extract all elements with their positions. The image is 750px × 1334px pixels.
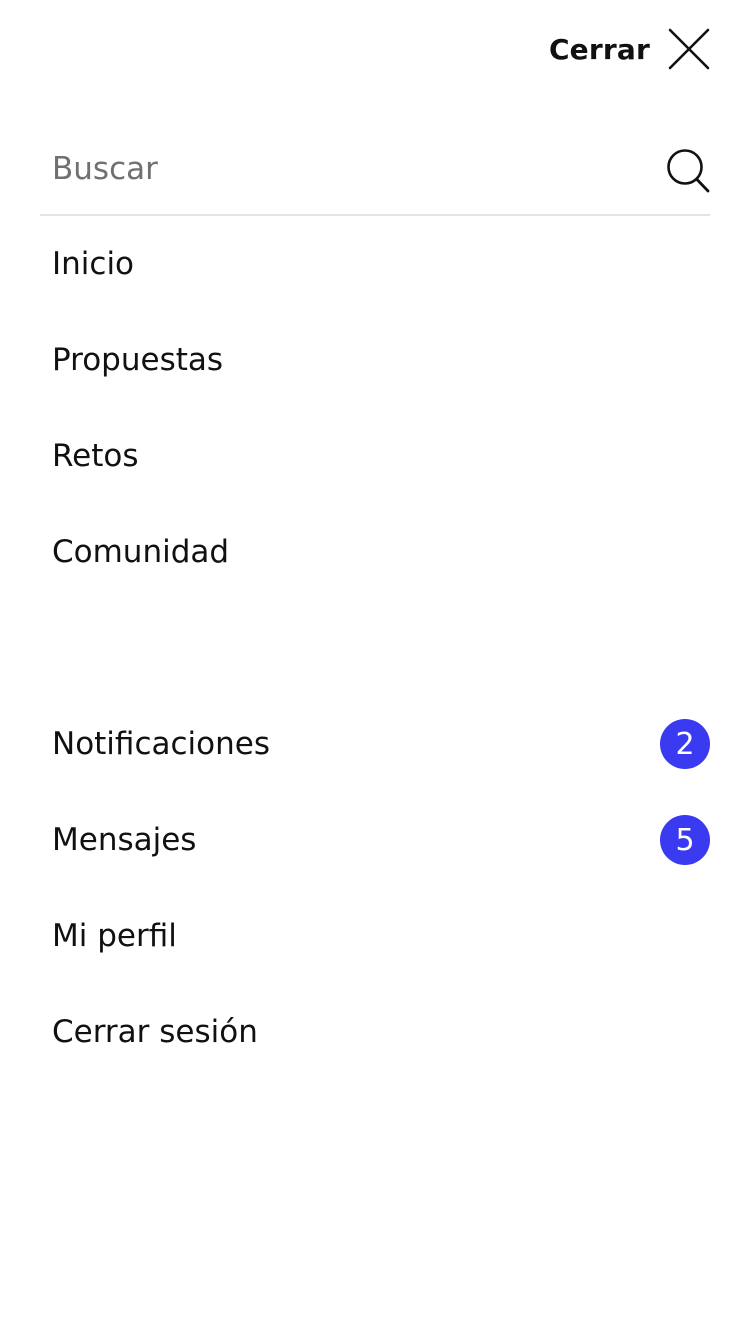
nav-item-retos[interactable]: Retos — [40, 408, 710, 504]
nav-item-label: Inicio — [52, 246, 135, 282]
close-menu-button[interactable]: Cerrar — [549, 24, 710, 74]
nav-item-comunidad[interactable]: Comunidad — [40, 504, 710, 600]
messages-count-badge: 5 — [660, 815, 710, 865]
close-icon — [668, 28, 710, 70]
account-nav: Notificaciones 2 Mensajes 5 Mi perfil Ce… — [40, 696, 710, 1080]
primary-nav: Inicio Propuestas Retos Comunidad — [40, 216, 710, 600]
nav-item-label: Comunidad — [52, 534, 230, 570]
search-bar — [40, 130, 710, 216]
nav-item-label: Mensajes — [52, 822, 197, 858]
nav-item-label: Cerrar sesión — [52, 1014, 258, 1050]
close-label: Cerrar — [548, 32, 650, 66]
nav-item-label: Retos — [52, 438, 139, 474]
notifications-count-badge: 2 — [660, 719, 710, 769]
nav-item-notificaciones[interactable]: Notificaciones 2 — [40, 696, 710, 792]
nav-item-mensajes[interactable]: Mensajes 5 — [40, 792, 710, 888]
nav-item-mi-perfil[interactable]: Mi perfil — [40, 888, 710, 984]
nav-item-cerrar-sesion[interactable]: Cerrar sesión — [40, 984, 710, 1080]
mobile-menu-screen: Cerrar Inicio Propuestas Retos Comunidad… — [0, 0, 750, 1334]
nav-item-propuestas[interactable]: Propuestas — [40, 312, 710, 408]
search-input[interactable] — [52, 138, 642, 200]
nav-item-inicio[interactable]: Inicio — [40, 216, 710, 312]
search-icon[interactable] — [666, 148, 710, 194]
nav-item-label: Notificaciones — [52, 726, 270, 762]
nav-item-label: Mi perfil — [52, 918, 177, 954]
nav-item-label: Propuestas — [52, 342, 224, 378]
